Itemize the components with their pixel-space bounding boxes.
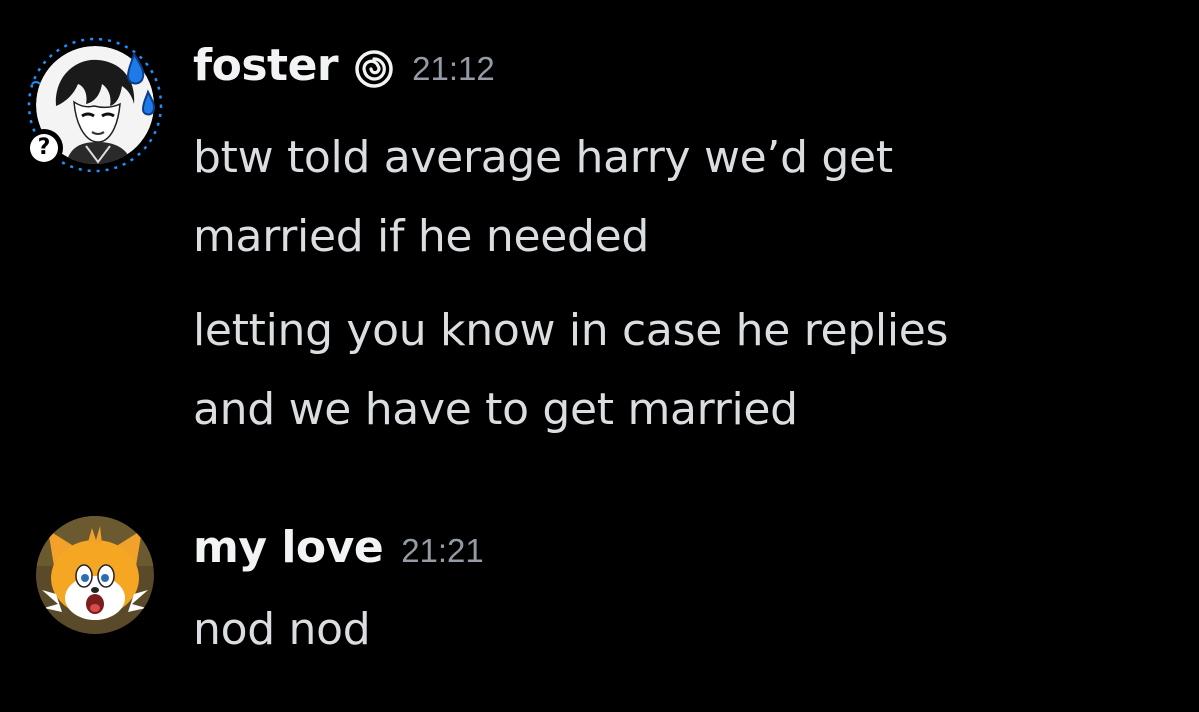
spiral-icon[interactable]	[354, 49, 394, 89]
message-line: nod nod	[193, 604, 371, 655]
timestamp-foster[interactable]: 21:12	[412, 50, 495, 88]
avatar-my-love-image	[36, 516, 154, 634]
message-header-foster: foster 21:12	[193, 40, 495, 91]
message-line: and we have to get married	[193, 384, 798, 435]
message-line: btw told average harry we’d get	[193, 132, 893, 183]
question-badge-label: ?	[30, 134, 58, 162]
message-header-my-love: my love 21:21	[193, 522, 484, 573]
username-foster[interactable]: foster	[193, 40, 339, 91]
avatar-my-love[interactable]	[36, 516, 154, 634]
timestamp-my-love[interactable]: 21:21	[401, 532, 484, 570]
message-line: married if he needed	[193, 211, 650, 262]
message-line: letting you know in case he replies	[193, 305, 949, 356]
username-my-love[interactable]: my love	[193, 522, 384, 573]
question-badge-icon: ?	[25, 129, 63, 167]
